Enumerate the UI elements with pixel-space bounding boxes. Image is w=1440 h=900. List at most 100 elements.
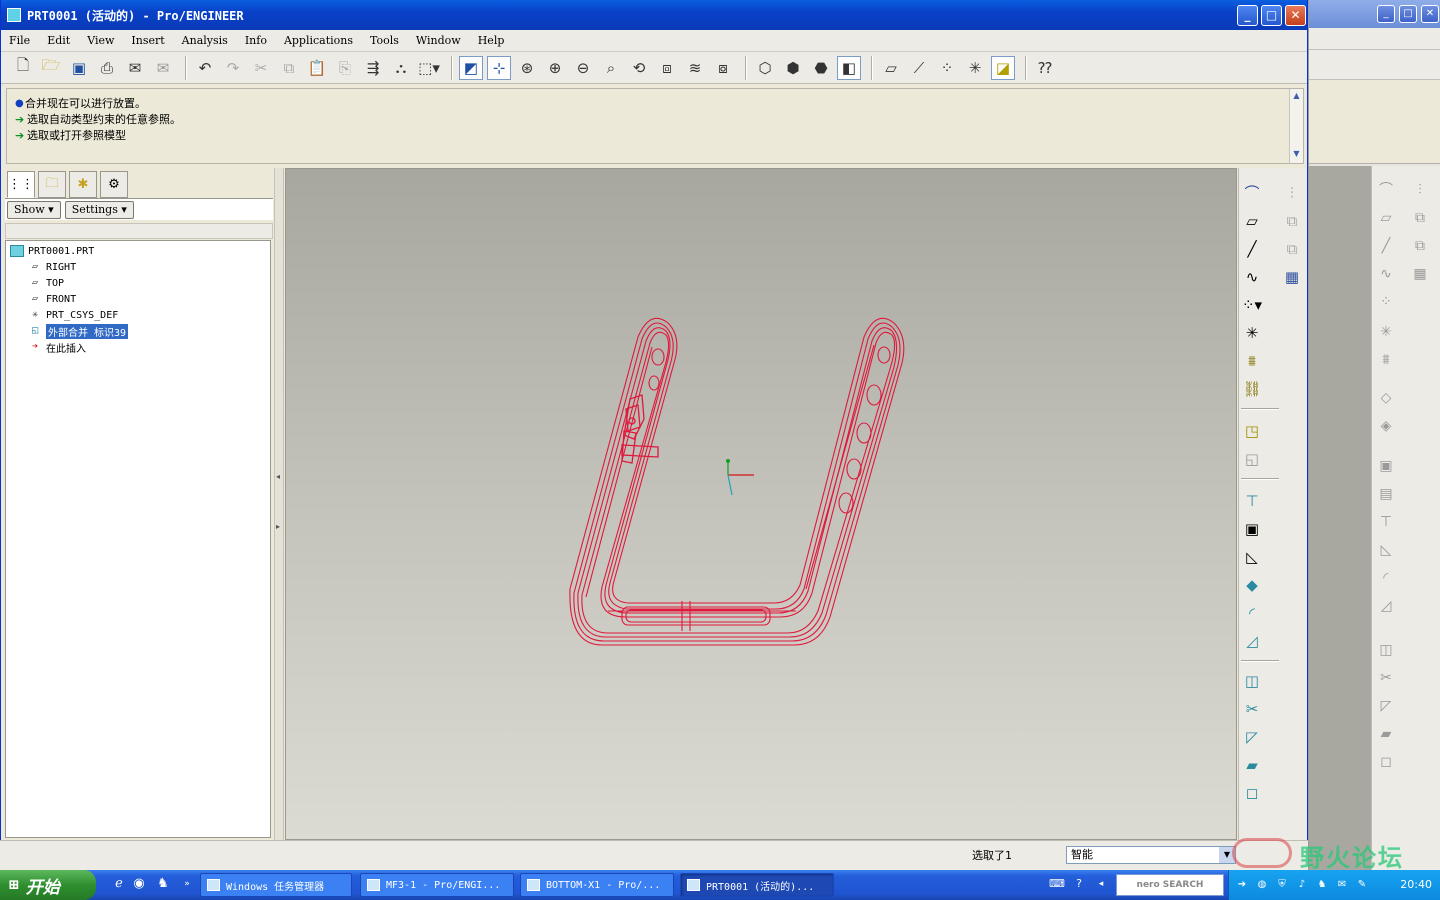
scroll-up-icon[interactable]: ▲ [1290,89,1303,103]
taskbar-item-bottom-x1[interactable]: BOTTOM-X1 - Pro/... [520,873,674,897]
chevron-down-icon[interactable]: ▼ [1219,847,1235,863]
datum-planes-toggle-icon[interactable]: ▱ [879,56,903,80]
maximize-button[interactable]: □ [1261,5,1282,26]
trim-tool-icon[interactable]: ✂ [1241,698,1263,720]
datum-curve-tool-icon[interactable]: ∿ [1241,266,1263,288]
taskbar-item-task-manager[interactable]: Windows 任务管理器 [200,873,352,897]
refit-icon[interactable]: ⌕ [599,56,623,80]
qq-quicklaunch-icon[interactable]: ♞ [154,875,172,893]
tree-item-top[interactable]: ▱ TOP [6,275,270,291]
close-button[interactable]: ✕ [1285,5,1306,26]
revolve-tool-icon[interactable]: ◱ [1241,448,1263,470]
view-manager-icon[interactable]: ⧇ [711,56,735,80]
undo-icon[interactable]: ↶ [193,56,217,80]
browser-quicklaunch-icon[interactable]: ◉ [130,875,148,893]
folder-browser-tab-icon[interactable]: 🗀 [38,171,66,198]
tree-item-csys[interactable]: ✳ PRT_CSYS_DEF [6,307,270,323]
network-icon[interactable]: ◍ [1255,878,1269,892]
bg-minimize-button[interactable]: _ [1377,5,1395,23]
selection-filter-select[interactable]: 智能 ▼ [1066,846,1236,864]
scroll-down-icon[interactable]: ▼ [1290,147,1303,161]
redo-icon[interactable]: ↷ [221,56,245,80]
qq-tray-icon[interactable]: ♞ [1315,878,1329,892]
taskbar-item-mf3[interactable]: MF3-1 - Pro/ENGI... [360,873,514,897]
print-icon[interactable]: ⎙ [95,56,119,80]
csys-toggle-icon[interactable]: ✳ [963,56,987,80]
menu-view[interactable]: View [85,33,116,48]
datum-points-toggle-icon[interactable]: ⁘ [935,56,959,80]
rib-tool-icon[interactable]: ◺ [1241,546,1263,568]
paste-icon[interactable]: 📋 [305,56,329,80]
quicklaunch-more-icon[interactable]: » [178,875,196,893]
tree-item-part[interactable]: PRT0001.PRT [6,243,270,259]
solidify-tool-icon[interactable]: ◻ [1241,782,1263,804]
pattern-tool-icon[interactable]: ⧉ [1281,238,1303,260]
tray-arrow-icon[interactable]: ➔ [1235,878,1249,892]
reorient-icon[interactable]: ⟲ [627,56,651,80]
datum-point-tool-icon[interactable]: ⁘▾ [1241,294,1263,316]
taskbar-item-prt0001[interactable]: PRT0001 (活动的)... [680,873,834,897]
csys-tool-icon[interactable]: ✳ [1241,322,1263,344]
find-icon[interactable]: ⛬ [389,56,413,80]
shrinkwrap-tool-icon[interactable]: ⛓ [1241,378,1263,400]
title-bar[interactable]: PRT0001 (活动的) - Pro/ENGINEER _ □ ✕ [1,0,1307,30]
tree-item-front[interactable]: ▱ FRONT [6,291,270,307]
collapse-arrow-icon[interactable]: ◂ [276,472,280,481]
spin-center-icon[interactable]: ⊹ [487,55,511,80]
menu-edit[interactable]: Edit [45,33,72,48]
message-scrollbar[interactable]: ▲ ▼ [1289,89,1303,163]
tree-item-merge[interactable]: ◱ 外部合并 标识39 [6,323,270,339]
mirror-tool-icon[interactable]: ⫶ [1281,182,1303,204]
volume-icon[interactable]: ♪ [1295,878,1309,892]
wireframe-icon[interactable]: ⬡ [753,56,777,80]
help-icon[interactable]: ? [1070,875,1088,893]
round-tool-icon[interactable]: ◜ [1241,602,1263,624]
draft-tool-icon[interactable]: ◆ [1241,574,1263,596]
favorites-tab-icon[interactable]: ✱ [69,171,97,198]
menu-tools[interactable]: Tools [368,33,401,48]
chamfer-tool-icon[interactable]: ◿ [1241,630,1263,652]
context-help-icon[interactable]: ⁇ [1033,56,1057,80]
ie-quicklaunch-icon[interactable]: ℯ [110,875,128,893]
bg-maximize-button[interactable]: □ [1399,5,1417,23]
merge-tool-icon[interactable]: ◫ [1241,670,1263,692]
layers-icon[interactable]: ≋ [683,56,707,80]
zoom-out-icon[interactable]: ⊖ [571,56,595,80]
datum-plane-tool-icon[interactable]: ▱ [1241,210,1263,232]
shading-icon[interactable]: ◧ [837,55,861,80]
graphics-window[interactable] [285,168,1237,840]
expand-arrow-icon[interactable]: ▸ [276,522,280,531]
menu-insert[interactable]: Insert [129,33,166,48]
bg-close-button[interactable]: ✕ [1421,5,1439,23]
thicken-tool-icon[interactable]: ▰ [1241,754,1263,776]
start-button[interactable]: ⊞ 开始 [0,870,96,900]
tree-item-right[interactable]: ▱ RIGHT [6,259,270,275]
regenerate-icon[interactable]: ⇶ [361,56,385,80]
open-folder-icon[interactable]: 🗁 [39,56,63,80]
connections-tab-icon[interactable]: ⚙ [100,171,128,198]
select-box-icon[interactable]: ⬚▾ [417,56,441,80]
offset-tool-icon[interactable]: ◸ [1241,726,1263,748]
menu-analysis[interactable]: Analysis [180,33,230,48]
email-icon[interactable]: ✉ [123,56,147,80]
paste-special-icon[interactable]: ⎘ [333,56,357,80]
analysis-tool-icon[interactable]: ⩩ [1241,350,1263,372]
datum-axes-toggle-icon[interactable]: ⟋ [907,56,931,80]
save-icon[interactable]: ▣ [67,56,91,80]
repaint-icon[interactable]: ◩ [459,55,483,80]
cut-icon[interactable]: ✂ [249,56,273,80]
minimize-button[interactable]: _ [1237,5,1258,26]
orient-mode-icon[interactable]: ⊛ [515,56,539,80]
hidden-line-icon[interactable]: ⬢ [781,56,805,80]
extrude-tool-icon[interactable]: ◳ [1241,420,1263,442]
nero-search-box[interactable]: nero SEARCH [1116,874,1224,896]
ime-tray-icon[interactable]: ✎ [1355,878,1369,892]
menu-applications[interactable]: Applications [282,33,355,48]
email-link-icon[interactable]: ✉ [151,56,175,80]
antivirus-icon[interactable]: ⛨ [1275,878,1289,892]
new-file-icon[interactable]: 🗋 [11,56,35,80]
shell-tool-icon[interactable]: ▣ [1241,518,1263,540]
copy-geometry-icon[interactable]: ⧉ [1281,210,1303,232]
menu-help[interactable]: Help [476,33,507,48]
hole-tool-icon[interactable]: ⊤ [1241,490,1263,512]
